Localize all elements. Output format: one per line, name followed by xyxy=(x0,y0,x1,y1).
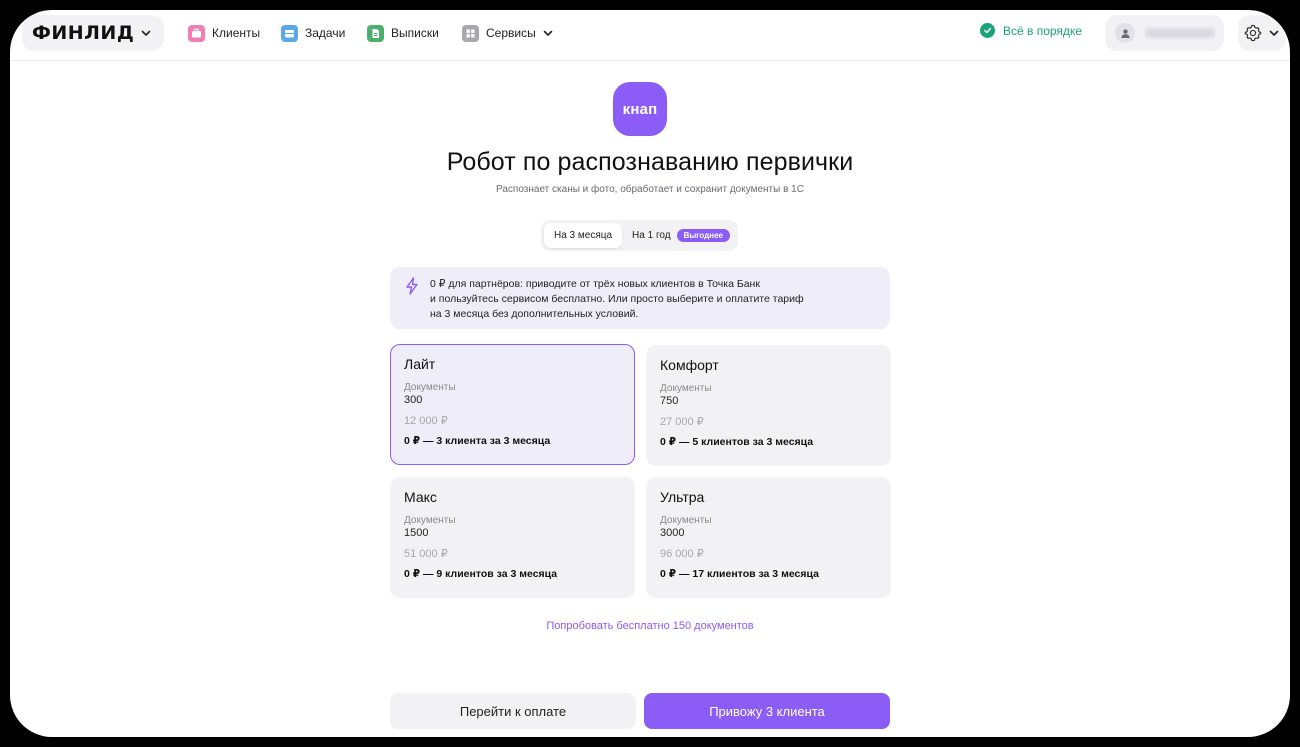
plan-card-comfort[interactable]: Комфорт Документы 750 27 000 ₽ 0 ₽ — 5 к… xyxy=(646,345,891,466)
status-indicator[interactable]: Всё в порядке xyxy=(980,23,1082,38)
grid-icon xyxy=(462,24,479,42)
page-subtitle: Распознает сканы и фото, обработает и со… xyxy=(496,184,804,195)
promo-text-line: 0 ₽ для партнёров: приводите от трёх нов… xyxy=(430,278,760,290)
plan-price: 27 000 ₽ xyxy=(660,416,704,428)
plan-documents-label: Документы xyxy=(660,383,712,394)
app-logo: кнап xyxy=(613,82,667,136)
period-option-label: На 3 месяца xyxy=(554,230,613,241)
top-bar: ФИНЛИД Клиенты Задачи Выписки Сервисы Вс… xyxy=(10,10,1290,61)
chevron-down-icon xyxy=(543,30,553,36)
period-option-label: На 1 год xyxy=(632,230,671,241)
chevron-down-icon xyxy=(141,30,151,36)
plan-price: 12 000 ₽ xyxy=(404,415,448,427)
promo-text-line: на 3 месяца без дополнительных условий. xyxy=(430,308,639,320)
inbox-icon xyxy=(281,24,298,42)
plan-partner-offer: 0 ₽ — 9 клиентов за 3 месяца xyxy=(404,568,558,580)
plan-card-max[interactable]: Макс Документы 1500 51 000 ₽ 0 ₽ — 9 кли… xyxy=(390,477,635,598)
nav-item-label: Выписки xyxy=(391,26,439,40)
plan-partner-offer: 0 ₽ — 5 клиентов за 3 месяца xyxy=(660,436,814,448)
nav-item-tasks[interactable]: Задачи xyxy=(281,23,345,43)
user-icon xyxy=(1115,23,1135,43)
plan-price: 51 000 ₽ xyxy=(404,548,448,560)
plan-price: 96 000 ₽ xyxy=(660,548,704,560)
user-name-redacted xyxy=(1145,28,1215,38)
chevron-down-icon xyxy=(1269,30,1279,36)
bring-clients-button[interactable]: Привожу 3 клиента xyxy=(644,693,890,729)
period-toggle: На 3 месяца На 1 год Выгоднее xyxy=(541,220,738,251)
logo-menu-button[interactable]: ФИНЛИД xyxy=(22,15,164,51)
nav-item-statements[interactable]: Выписки xyxy=(367,23,439,43)
free-trial-link[interactable]: Попробовать бесплатно 150 документов xyxy=(10,620,1290,632)
plan-documents-count: 1500 xyxy=(404,527,429,539)
app-window: ФИНЛИД Клиенты Задачи Выписки Сервисы Вс… xyxy=(10,10,1290,737)
plan-documents-label: Документы xyxy=(660,515,712,526)
document-icon xyxy=(367,24,384,42)
plan-documents-count: 3000 xyxy=(660,527,685,539)
plan-card-ultra[interactable]: Ультра Документы 3000 96 000 ₽ 0 ₽ — 17 … xyxy=(646,477,891,598)
partner-promo-banner: 0 ₽ для партнёров: приводите от трёх нов… xyxy=(390,267,890,329)
plan-documents-count: 300 xyxy=(404,394,423,406)
nav-item-services[interactable]: Сервисы xyxy=(462,23,554,43)
discount-badge: Выгоднее xyxy=(676,229,730,242)
settings-button[interactable] xyxy=(1238,15,1286,51)
promo-text-line: и пользуйтесь сервисом бесплатно. Или пр… xyxy=(430,293,804,305)
plan-partner-offer: 0 ₽ — 17 клиентов за 3 месяца xyxy=(660,568,819,580)
go-to-payment-button[interactable]: Перейти к оплате xyxy=(390,693,636,729)
status-text: Всё в порядке xyxy=(1003,23,1082,38)
user-menu-button[interactable] xyxy=(1105,15,1224,51)
nav-item-clients[interactable]: Клиенты xyxy=(188,23,260,43)
period-option-3-months[interactable]: На 3 месяца xyxy=(544,223,623,248)
logo: ФИНЛИД xyxy=(32,22,135,44)
nav-item-label: Сервисы xyxy=(486,26,536,40)
gear-icon xyxy=(1244,24,1262,42)
plan-documents-label: Документы xyxy=(404,382,456,393)
plan-card-lite[interactable]: Лайт Документы 300 12 000 ₽ 0 ₽ — 3 клие… xyxy=(390,344,635,465)
plan-documents-label: Документы xyxy=(404,515,456,526)
app-logo-text: кнап xyxy=(622,100,658,118)
period-option-1-year[interactable]: На 1 год Выгоднее xyxy=(622,223,740,248)
lightning-icon xyxy=(406,277,418,295)
plan-name: Лайт xyxy=(404,356,436,372)
nav-item-label: Клиенты xyxy=(212,26,261,40)
plan-name: Макс xyxy=(404,489,437,505)
plan-name: Комфорт xyxy=(660,357,719,373)
check-circle-icon xyxy=(980,23,995,38)
plan-name: Ультра xyxy=(660,489,705,505)
plan-documents-count: 750 xyxy=(660,395,679,407)
briefcase-icon xyxy=(188,24,205,42)
plan-partner-offer: 0 ₽ — 3 клиента за 3 месяца xyxy=(404,435,551,447)
page-title: Робот по распознаванию первички xyxy=(446,148,854,176)
nav-item-label: Задачи xyxy=(305,26,346,40)
